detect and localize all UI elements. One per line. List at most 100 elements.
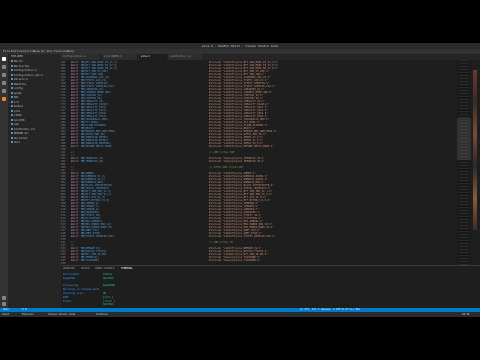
- terminal-value: mega2560: [103, 284, 116, 288]
- directive: #elif: [71, 160, 79, 163]
- file-icon: [11, 141, 13, 143]
- board-macro: MB(FYSETC_CHEETAH_V20): [81, 235, 115, 238]
- panel-tab-debug-console[interactable]: DEBUG CONSOLE: [95, 267, 115, 271]
- terminal-line: Checking size OK: [63, 292, 106, 295]
- file-icon: [11, 105, 13, 107]
- file-icon: [11, 82, 13, 85]
- panel-tab-problems[interactable]: PROBLEMS: [63, 267, 75, 271]
- file-tree-label: docs: [14, 141, 21, 144]
- terminal-key: Environment: [63, 273, 80, 276]
- terminal-key: Building in release mode: [63, 288, 100, 292]
- panel-tab-terminal[interactable]: TERMINAL: [121, 267, 133, 271]
- file-tree-label: platformio.ini: [14, 127, 36, 131]
- file-tree-label: HAL: [14, 96, 19, 99]
- file-icon: [11, 100, 13, 103]
- file-tree-label: sam: [14, 123, 19, 126]
- include-path: #include "teensy4/pins_T41U5XBB.h": [209, 259, 261, 262]
- file-tree-label: Marlin: [14, 60, 24, 63]
- terminal-line: Environment Status: [63, 273, 112, 276]
- file-tree-item[interactable]: Version.h: [11, 78, 28, 81]
- file-tree-label: Makefile: [14, 82, 27, 86]
- file-icon: [11, 127, 13, 130]
- file-icon: [11, 136, 13, 139]
- vscode-window: pins.h - RedFox 64/11 - Visual Studio Co…: [0, 43, 480, 317]
- os-taskbar: Start Explorer Visual Studio Code Termin…: [0, 312, 480, 317]
- file-tree-item[interactable]: docs: [11, 141, 20, 144]
- file-tree-item[interactable]: module: [11, 105, 23, 108]
- file-icon: [11, 96, 13, 98]
- taskbar-vscode[interactable]: Visual Studio Code: [48, 312, 75, 317]
- file-icon: [11, 87, 13, 89]
- board-macro: MB(ERYONE_ERY32_MINI): [81, 145, 113, 148]
- file-tree-item[interactable]: lcd: [11, 100, 19, 104]
- include-path: // ARM Cortex M7: [209, 241, 234, 244]
- file-icon: [11, 132, 13, 134]
- file-tree-item[interactable]: config: [11, 87, 23, 90]
- taskbar-explorer[interactable]: Explorer: [22, 312, 34, 317]
- file-tree-item[interactable]: Makefile: [11, 82, 27, 86]
- file-tree-label: lpc1768: [14, 118, 25, 122]
- file-tree-item[interactable]: buildroot: [11, 136, 28, 140]
- file-tree-label: Configuration_adv.h: [14, 73, 43, 77]
- terminal-key: mega2560: [63, 276, 76, 280]
- taskbar-start[interactable]: Start: [2, 312, 10, 317]
- directive: #elif: [71, 145, 79, 148]
- file-tree-label: pins: [14, 109, 21, 113]
- file-tree-item[interactable]: stm32: [11, 114, 22, 117]
- file-tree-item[interactable]: Marlin: [11, 60, 23, 63]
- file-icon: [11, 78, 13, 80]
- vertical-scrollbar[interactable]: [471, 60, 480, 265]
- platformio-icon[interactable]: [2, 97, 6, 101]
- explorer-icon[interactable]: [2, 57, 6, 61]
- terminal-value: [==== ]: [103, 295, 114, 299]
- activity-bar: [0, 54, 8, 308]
- terminal-value: OK: [103, 292, 107, 295]
- terminal-line: RAM: [==== ]: [63, 296, 114, 299]
- directive: #elif: [71, 235, 79, 238]
- gear-icon[interactable]: [2, 302, 6, 306]
- board-macro: MB(T41U5XBB): [81, 259, 100, 262]
- terminal-value: SUCCESS: [103, 303, 114, 307]
- file-tree-label: config: [14, 87, 24, 90]
- panel-tab-output[interactable]: OUTPUT: [81, 267, 90, 271]
- minimap-slider[interactable]: [457, 118, 471, 160]
- file-icon: [11, 69, 13, 71]
- include-path: // ARM Cortex-M4F: [209, 151, 235, 154]
- taskbar-terminal[interactable]: Terminal: [96, 312, 108, 317]
- file-tree-item[interactable]: Configuration_adv.h: [11, 73, 43, 77]
- file-tree-label: gcode: [14, 91, 22, 95]
- file-icon: [11, 73, 13, 76]
- file-tree-item[interactable]: pins: [11, 109, 21, 113]
- file-icon: [11, 118, 13, 121]
- minimap[interactable]: [457, 60, 471, 265]
- include-path: #include "teensy3/pins_TEENSY35_36.h": [209, 160, 265, 163]
- file-icon: [11, 123, 13, 125]
- file-tree-item[interactable]: platformio.ini: [11, 127, 36, 131]
- terminal-key: Checking size: [63, 292, 83, 295]
- file-icon: [11, 64, 13, 67]
- include-path: #include "stm32f4/pins_FYSETC_CHEETAH_V2…: [209, 235, 276, 238]
- run-debug-icon[interactable]: [2, 81, 6, 85]
- file-tree-label: Configuration.h: [14, 69, 37, 72]
- include-path: #include "stm32f1/pins_ERYONE_ERY32_MINI…: [209, 145, 274, 148]
- file-tree-item[interactable]: Marlin/lib: [11, 64, 30, 68]
- extensions-icon[interactable]: [2, 89, 6, 93]
- scrollbar-overview-marks: [473, 70, 477, 230]
- account-icon[interactable]: [2, 296, 6, 300]
- file-tree-item[interactable]: README.md: [11, 132, 28, 135]
- source-control-icon[interactable]: [2, 73, 6, 77]
- file-tree-item[interactable]: sam: [11, 123, 19, 126]
- file-tree-label: stm32: [14, 114, 22, 117]
- file-icon: [11, 109, 13, 112]
- file-tree-item[interactable]: Configuration.h: [11, 69, 37, 72]
- code-editor[interactable]: 461 #elif MB(BTT_SKR_MINI_E3_V1_2) #include…: [61, 60, 457, 265]
- file-tree-item[interactable]: HAL: [11, 96, 19, 99]
- terminal-value: Status: [103, 273, 113, 276]
- file-tree-item[interactable]: gcode: [11, 91, 22, 95]
- file-tree-label: Marlin/lib: [14, 64, 30, 68]
- explorer-header: EXPLORER: [11, 55, 24, 58]
- directive: #elif: [71, 259, 79, 262]
- file-tree-item[interactable]: lpc1768: [11, 118, 25, 122]
- minimap-content: [459, 60, 469, 265]
- search-icon[interactable]: [2, 65, 6, 69]
